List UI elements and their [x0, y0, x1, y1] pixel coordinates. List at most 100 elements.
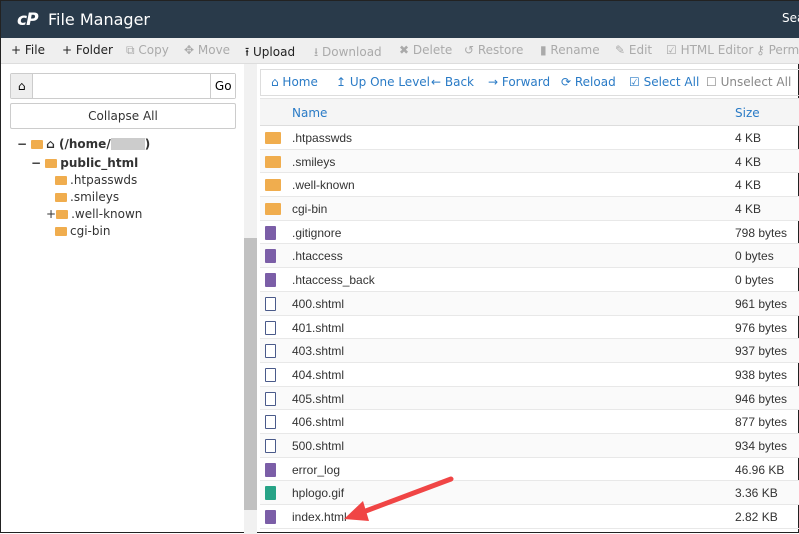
file-name: 405.shtml [292, 391, 345, 406]
file-name: index.html [292, 510, 347, 524]
toolbar: + File + Folder ⧉ Copy ✥ Move ⭱ Upload ⭳ Down… [1, 38, 799, 64]
nav-button[interactable]: ☐ Unselect All [706, 75, 791, 89]
scrollbar-thumb[interactable] [244, 238, 257, 510]
table-row[interactable]: 500.shtml 934 bytes [260, 433, 799, 458]
file-size: 937 bytes [735, 344, 788, 359]
tree-item[interactable]: .smileys [55, 190, 119, 204]
table-row[interactable]: .htaccess 0 bytes [260, 244, 799, 269]
file-size: 0 bytes [735, 273, 774, 288]
toolbar-button[interactable]: ⭳ Download [314, 43, 382, 64]
file-name: 500.shtml [292, 438, 345, 453]
tree-root[interactable]: − ⌂ (/home/) [17, 137, 150, 151]
tree-item[interactable]: cgi-bin [55, 224, 110, 238]
toolbar-button[interactable]: ✖ Delete [399, 43, 452, 57]
file-name: .gitignore [292, 225, 342, 240]
file-name: 403.shtml [292, 344, 345, 359]
nav-button[interactable]: ⟳ Reload [561, 75, 616, 89]
file-size: 798 bytes [735, 225, 788, 240]
page-title: File Manager [48, 10, 150, 29]
file-size: 938 bytes [735, 367, 788, 382]
tree-item[interactable]: .htpasswds [55, 173, 137, 187]
text-file-icon [265, 462, 276, 477]
code-file-icon [265, 438, 276, 453]
folder-icon [55, 227, 67, 236]
folder-icon [265, 132, 281, 144]
file-size: 3.36 KB [735, 486, 778, 501]
path-input[interactable] [33, 74, 211, 98]
folder-open-icon [31, 140, 44, 149]
table-row[interactable]: .well-known 4 KB [260, 173, 799, 198]
table-row[interactable]: .htaccess_back 0 bytes [260, 268, 799, 292]
file-size: 2.82 KB [735, 510, 778, 524]
nav-button[interactable]: ⌂ Home [271, 75, 318, 89]
file-size: 961 bytes [735, 296, 788, 311]
table-row[interactable]: 403.shtml 937 bytes [260, 339, 799, 363]
search-link[interactable]: Sea [782, 11, 799, 25]
file-name: .htaccess_back [292, 273, 375, 288]
nav-button[interactable]: ↥ Up One Level [336, 75, 430, 89]
nav-button[interactable]: ← Back [431, 75, 474, 89]
file-name: 400.shtml [292, 296, 345, 311]
tree-item[interactable]: + .well-known [46, 207, 142, 221]
file-name: 401.shtml [292, 320, 345, 335]
file-name: .htaccess [292, 249, 343, 264]
file-size: 934 bytes [735, 438, 788, 453]
table-row[interactable]: .htpasswds 4 KB [260, 126, 799, 150]
toolbar-button[interactable]: ✎ Edit [615, 43, 652, 57]
toolbar-button[interactable]: + File [11, 43, 45, 57]
file-size: 4 KB [735, 202, 762, 217]
file-name: .htpasswds [292, 131, 353, 145]
table-row[interactable]: .gitignore 798 bytes [260, 221, 799, 245]
code-file-icon [265, 320, 276, 335]
folder-open-icon [45, 159, 58, 168]
code-file-icon [265, 344, 276, 359]
nav-button[interactable]: → Forward [488, 75, 550, 89]
file-name: hplogo.gif [292, 486, 345, 501]
table-row[interactable]: error_log 46.96 KB [260, 458, 799, 482]
table-row[interactable]: 400.shtml 961 bytes [260, 291, 799, 316]
file-name: error_log [292, 462, 341, 477]
tree-public-html[interactable]: − public_html [31, 156, 138, 170]
image-file-icon [265, 486, 276, 501]
file-size: 0 bytes [735, 249, 774, 264]
go-button[interactable]: Go [210, 74, 235, 98]
text-file-icon [265, 249, 276, 264]
file-size: 46.96 KB [735, 462, 785, 477]
file-size: 4 KB [735, 178, 762, 193]
text-file-icon [265, 510, 276, 524]
column-size[interactable]: Size [735, 106, 760, 120]
path-bar: ⌂ Go [10, 73, 236, 99]
toolbar-button[interactable]: ⭱ Upload [245, 43, 295, 64]
home-icon[interactable]: ⌂ [11, 74, 34, 98]
table-row[interactable]: 401.shtml 976 bytes [260, 316, 799, 340]
file-size: 877 bytes [735, 415, 788, 430]
collapse-all-button[interactable]: Collapse All [10, 103, 236, 129]
file-name: .smileys [292, 154, 336, 169]
table-row[interactable]: .smileys 4 KB [260, 149, 799, 174]
folder-icon [56, 210, 69, 219]
column-name[interactable]: Name [292, 106, 327, 120]
table-row[interactable]: index.html 2.82 KB [260, 505, 799, 529]
toolbar-button[interactable]: ⚷ Perm [756, 43, 799, 57]
nav-button[interactable]: ☑ Select All [629, 75, 699, 89]
toolbar-button[interactable]: ✥ Move [184, 43, 230, 57]
table-row[interactable]: 404.shtml 938 bytes [260, 363, 799, 387]
toolbar-button[interactable]: ▮ Rename [540, 43, 600, 57]
toolbar-button[interactable]: + Folder [62, 43, 113, 57]
app-header: cP File Manager Sea [1, 1, 799, 38]
text-file-icon [265, 273, 276, 288]
file-size: 946 bytes [735, 391, 788, 406]
table-row[interactable]: hplogo.gif 3.36 KB [260, 481, 799, 505]
file-name: cgi-bin [292, 202, 328, 217]
toolbar-button[interactable]: ☑ HTML Editor [666, 43, 753, 57]
file-size: 4 KB [735, 131, 762, 145]
file-name: .well-known [292, 178, 355, 193]
file-list: .htpasswds 4 KB .smileys 4 KB .well-known 4 K… [260, 126, 799, 529]
table-row[interactable]: 405.shtml 946 bytes [260, 386, 799, 411]
table-row[interactable]: 406.shtml 877 bytes [260, 410, 799, 434]
redacted-username [110, 138, 145, 150]
table-row[interactable]: cgi-bin 4 KB [260, 197, 799, 221]
toolbar-button[interactable]: ⧉ Copy [126, 43, 169, 58]
toolbar-button[interactable]: ↺ Restore [464, 43, 523, 57]
folder-icon [265, 155, 281, 168]
